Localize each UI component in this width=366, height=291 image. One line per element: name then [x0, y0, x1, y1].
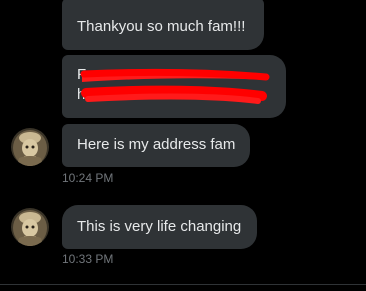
message-timestamp: 10:33 PM [62, 252, 114, 266]
avatar-image-icon [11, 208, 49, 246]
message-text-line-1: F [77, 66, 87, 83]
message-bubble-received[interactable]: This is very life changing [62, 205, 257, 249]
message-bubble-received-redacted[interactable]: F h [62, 55, 286, 118]
message-timestamp: 10:24 PM [62, 171, 114, 185]
avatar-image-icon [11, 128, 49, 166]
avatar[interactable] [11, 128, 49, 166]
avatar[interactable] [11, 208, 49, 246]
message-text-line-2: h [77, 86, 86, 103]
message-text: Thankyou so much fam!!! [77, 18, 246, 35]
message-text: This is very life changing [77, 218, 242, 235]
divider [0, 284, 366, 285]
message-bubble-received[interactable]: Thankyou so much fam!!! [62, 0, 264, 50]
message-text: Here is my address fam [77, 136, 236, 153]
message-bubble-received[interactable]: Here is my address fam [62, 124, 250, 167]
